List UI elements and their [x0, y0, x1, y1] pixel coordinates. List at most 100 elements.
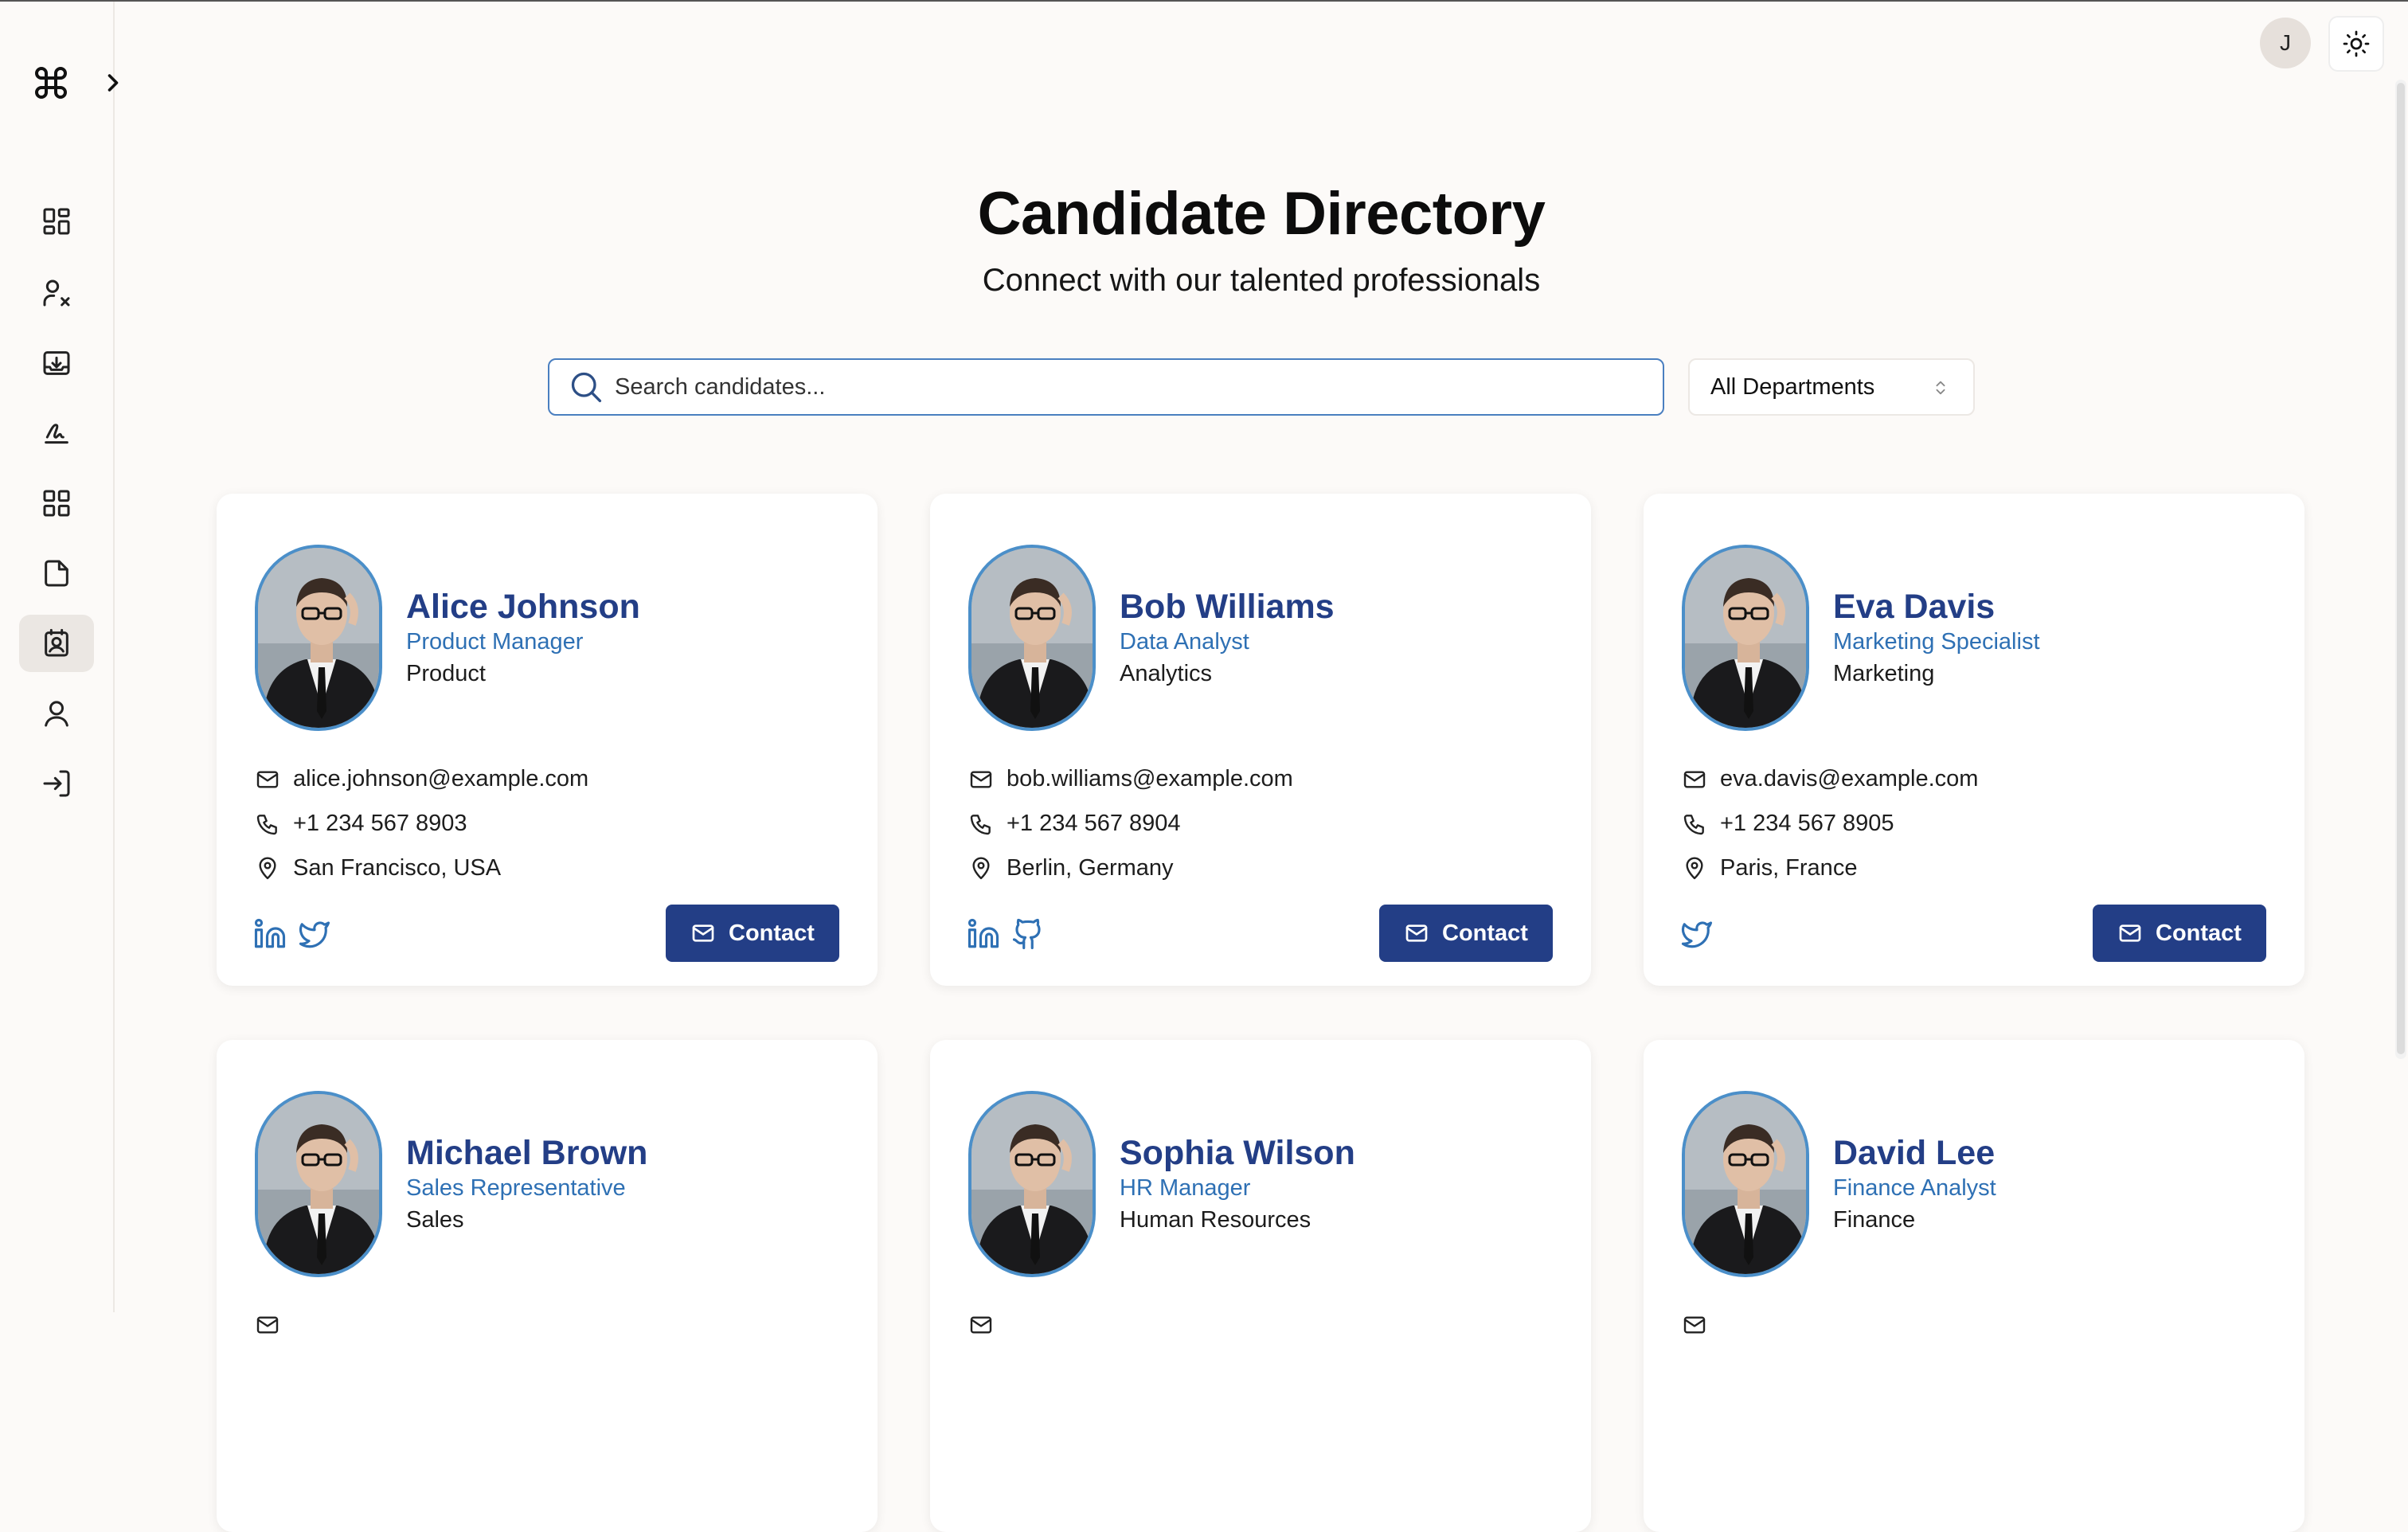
candidate-name: Sophia Wilson [1120, 1134, 1355, 1172]
search-input[interactable] [615, 373, 1570, 401]
candidate-location: Paris, France [1682, 855, 1857, 881]
candidate-department: Analytics [1120, 661, 1213, 686]
contact-button[interactable]: Contact [666, 905, 839, 962]
top-border [0, 0, 2408, 2]
signature-icon [45, 424, 68, 444]
sidebar-item-profile[interactable] [19, 685, 94, 742]
dashboard-icon [43, 208, 70, 235]
candidate-card: David Lee Finance Analyst Finance [1644, 1040, 2304, 1532]
candidate-name: Michael Brown [406, 1134, 648, 1172]
candidate-phone-text: +1 234 567 8904 [1007, 811, 1181, 836]
candidate-phone: +1 234 567 8905 [1682, 811, 1894, 837]
mail-icon [256, 1316, 279, 1334]
page-subtitle: Connect with our talented professionals [982, 263, 1541, 298]
person-portrait-icon [258, 1094, 379, 1274]
department-select[interactable]: All Departments [1688, 358, 1975, 416]
candidate-email-text: bob.williams@example.com [1007, 766, 1293, 791]
user-icon [45, 701, 68, 727]
candidate-card: Alice Johnson Product Manager Product al… [217, 494, 878, 986]
contact-button[interactable]: Contact [2093, 905, 2266, 962]
chevron-right-icon[interactable] [99, 68, 127, 97]
sidebar-item-grid[interactable] [19, 475, 94, 532]
candidate-location-text: San Francisco, USA [293, 855, 502, 881]
chevron-up-down-icon [1936, 381, 1945, 395]
github-icon[interactable] [1011, 917, 1045, 951]
social-links [253, 917, 331, 951]
mail-icon [970, 1316, 992, 1334]
candidate-phone-text: +1 234 567 8903 [293, 811, 467, 836]
department-select-value: All Departments [1710, 373, 1875, 400]
grid-icon [43, 490, 70, 517]
sidebar-item-login[interactable] [19, 755, 94, 812]
candidate-location: San Francisco, USA [255, 855, 501, 881]
candidate-email [255, 1312, 293, 1338]
candidate-photo [255, 545, 382, 731]
sidebar-item-signature[interactable] [19, 404, 94, 462]
candidate-email-text: alice.johnson@example.com [293, 766, 589, 791]
candidate-department: Product [406, 661, 486, 686]
candidate-department: Finance [1833, 1207, 1916, 1233]
mail-icon [970, 770, 992, 788]
candidate-photo [255, 1091, 382, 1277]
person-portrait-icon [971, 1094, 1093, 1274]
twitter-icon[interactable] [1680, 917, 1714, 951]
map-pin-icon [972, 856, 990, 879]
person-portrait-icon [1685, 548, 1806, 728]
candidate-phone: +1 234 567 8904 [968, 811, 1181, 837]
candidate-role: Sales Representative [406, 1175, 626, 1201]
social-links [967, 917, 1045, 951]
login-icon [43, 770, 70, 797]
candidate-photo [968, 1091, 1096, 1277]
sidebar-item-dashboard[interactable] [19, 193, 94, 250]
candidate-card: Sophia Wilson HR Manager Human Resources [930, 1040, 1591, 1532]
sidebar-item-file[interactable] [19, 545, 94, 602]
person-portrait-icon [1685, 1094, 1806, 1274]
candidate-phone: +1 234 567 8903 [255, 811, 467, 837]
candidate-card: Eva Davis Marketing Specialist Marketing… [1644, 494, 2304, 986]
linkedin-icon[interactable] [967, 917, 1000, 951]
candidate-email: alice.johnson@example.com [255, 766, 588, 792]
candidate-role: Data Analyst [1120, 629, 1249, 655]
contact-button-label: Contact [729, 920, 815, 946]
phone-icon [1683, 814, 1704, 834]
social-links [1680, 917, 1714, 951]
candidate-location-text: Berlin, Germany [1007, 855, 1174, 881]
mail-icon [1683, 770, 1706, 788]
file-icon [45, 560, 68, 587]
candidate-name: Bob Williams [1120, 588, 1335, 626]
sidebar-item-candidates[interactable] [19, 615, 94, 672]
candidate-name: David Lee [1833, 1134, 1996, 1172]
contact-button[interactable]: Contact [1379, 905, 1553, 962]
command-logo-icon[interactable] [32, 64, 70, 102]
sidebar-item-user-x[interactable] [19, 264, 94, 322]
linkedin-icon[interactable] [253, 917, 287, 951]
candidate-department: Marketing [1833, 661, 1935, 686]
user-x-icon [43, 279, 70, 307]
map-pin-icon [1686, 856, 1703, 879]
candidate-photo [968, 545, 1096, 731]
page-title: Candidate Directory [977, 180, 1546, 248]
user-avatar[interactable]: J [2260, 18, 2311, 68]
person-portrait-icon [971, 548, 1093, 728]
candidate-role: Marketing Specialist [1833, 629, 2040, 655]
contact-card-icon [45, 628, 68, 657]
search-icon [571, 372, 602, 403]
candidate-email-text: eva.davis@example.com [1720, 766, 1979, 791]
candidate-email [968, 1312, 1007, 1338]
sidebar [0, 2, 119, 1312]
search-box[interactable] [548, 358, 1664, 416]
sidebar-item-inbox[interactable] [19, 334, 94, 392]
contact-button-label: Contact [1442, 920, 1528, 946]
mail-icon [1683, 1316, 1706, 1334]
candidate-name: Eva Davis [1833, 588, 1996, 626]
phone-icon [970, 814, 991, 834]
contact-button-label: Contact [2156, 920, 2242, 946]
mail-icon [1405, 924, 1428, 942]
twitter-icon[interactable] [298, 917, 331, 951]
map-pin-icon [259, 856, 276, 879]
theme-toggle-button[interactable] [2328, 16, 2384, 72]
mail-icon [692, 924, 714, 942]
candidate-role: HR Manager [1120, 1175, 1251, 1201]
candidate-email: eva.davis@example.com [1682, 766, 1978, 792]
candidate-name: Alice Johnson [406, 588, 640, 626]
